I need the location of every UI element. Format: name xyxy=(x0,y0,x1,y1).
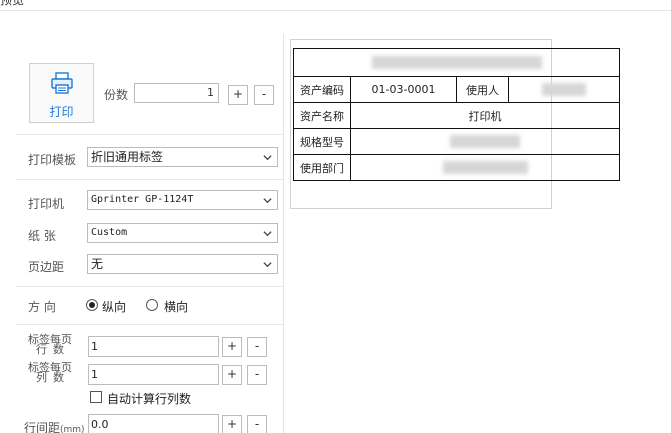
paper-select[interactable]: Custom xyxy=(87,223,278,243)
divider xyxy=(16,324,283,325)
rows-decrement-button[interactable]: - xyxy=(247,337,267,357)
template-select[interactable]: 折旧通用标签 xyxy=(87,147,278,167)
template-label: 打印模板 xyxy=(28,153,77,167)
copies-input[interactable]: 1 xyxy=(134,83,219,103)
label-header-cell xyxy=(293,48,620,77)
redacted-department xyxy=(442,161,528,175)
cols-decrement-button[interactable]: - xyxy=(247,365,267,385)
template-select-value: 折旧通用标签 xyxy=(91,150,164,164)
label-row-model: 规格型号 xyxy=(293,128,620,155)
auto-calc-checkbox[interactable] xyxy=(90,391,102,403)
chevron-down-icon xyxy=(263,262,272,268)
cols-increment-button[interactable]: + xyxy=(222,365,242,385)
cols-per-page-input[interactable]: 1 xyxy=(88,364,219,385)
redacted-header xyxy=(371,56,542,70)
department-label: 使用部门 xyxy=(293,154,351,181)
model-value-cell xyxy=(350,128,620,155)
orientation-portrait-label[interactable]: 纵向 xyxy=(102,298,126,315)
user-value-cell xyxy=(508,76,620,103)
row-spacing-decrement-button[interactable]: - xyxy=(247,415,267,433)
model-label: 规格型号 xyxy=(293,128,351,155)
cols-per-page-label-line2: 列数 xyxy=(36,371,70,384)
redacted-user xyxy=(542,83,586,97)
orientation-landscape-label[interactable]: 横向 xyxy=(164,298,188,315)
orientation-landscape-radio[interactable] xyxy=(146,299,158,311)
title-bar: 预览 xyxy=(0,0,671,11)
chevron-down-icon xyxy=(263,155,272,161)
chevron-down-icon xyxy=(263,198,272,204)
rows-per-page-input[interactable]: 1 xyxy=(88,336,219,357)
row-spacing-label-text: 行间距 xyxy=(24,421,61,433)
paper-select-value: Custom xyxy=(91,227,128,238)
paper-label: 纸 张 xyxy=(28,229,56,243)
printer-select-value: Gprinter GP-1124T xyxy=(91,194,194,205)
asset-label-preview: 资产编码 01-03-0001 使用人 资产名称 打印机 规格型号 使用部门 xyxy=(293,48,620,181)
window-title: 预览 xyxy=(0,0,25,7)
printer-label: 打印机 xyxy=(28,197,65,211)
rows-per-page-label: 标签每页 行数 xyxy=(28,334,78,356)
copies-decrement-button[interactable]: - xyxy=(254,85,274,105)
auto-calc-label[interactable]: 自动计算行列数 xyxy=(107,390,191,407)
printer-select[interactable]: Gprinter GP-1124T xyxy=(87,190,278,210)
margin-select-value: 无 xyxy=(91,257,104,271)
orientation-portrait-radio[interactable] xyxy=(86,299,98,311)
label-row-asset-name: 资产名称 打印机 xyxy=(293,102,620,129)
label-row-department: 使用部门 xyxy=(293,154,620,181)
margin-select[interactable]: 无 xyxy=(87,254,278,274)
copies-increment-button[interactable]: + xyxy=(228,85,248,105)
rows-increment-button[interactable]: + xyxy=(222,337,242,357)
divider xyxy=(16,179,283,180)
rows-per-page-label-line2: 行数 xyxy=(36,343,70,356)
print-button-label: 打印 xyxy=(49,105,74,119)
print-preview-window: 预览 打印 份数 1 + - 打印模板 折旧通用标签 打印机 Gprinter … xyxy=(0,0,671,433)
print-settings-panel: 打印 份数 1 + - 打印模板 折旧通用标签 打印机 Gprinter GP-… xyxy=(16,34,284,433)
orientation-label: 方 向 xyxy=(28,300,56,314)
asset-name-value: 打印机 xyxy=(350,102,620,129)
chevron-down-icon xyxy=(263,231,272,237)
asset-code-label: 资产编码 xyxy=(293,76,351,103)
printer-icon xyxy=(51,72,73,94)
row-spacing-unit: (mm) xyxy=(60,425,85,433)
asset-code-value: 01-03-0001 xyxy=(350,76,457,103)
asset-name-label: 资产名称 xyxy=(293,102,351,129)
print-button[interactable]: 打印 xyxy=(29,63,94,123)
user-label: 使用人 xyxy=(456,76,509,103)
row-spacing-increment-button[interactable]: + xyxy=(222,415,242,433)
department-value-cell xyxy=(350,154,620,181)
row-spacing-label: 行间距(mm) xyxy=(24,419,85,433)
redacted-model xyxy=(450,135,520,149)
divider xyxy=(16,286,283,287)
cols-per-page-label: 标签每页 列数 xyxy=(28,362,78,384)
label-row-asset-code: 资产编码 01-03-0001 使用人 xyxy=(293,76,620,103)
copies-label: 份数 xyxy=(104,88,129,102)
row-spacing-input[interactable]: 0.0 xyxy=(88,414,219,433)
label-header-row xyxy=(293,48,620,77)
margin-label: 页边距 xyxy=(28,260,65,274)
divider xyxy=(16,134,283,135)
